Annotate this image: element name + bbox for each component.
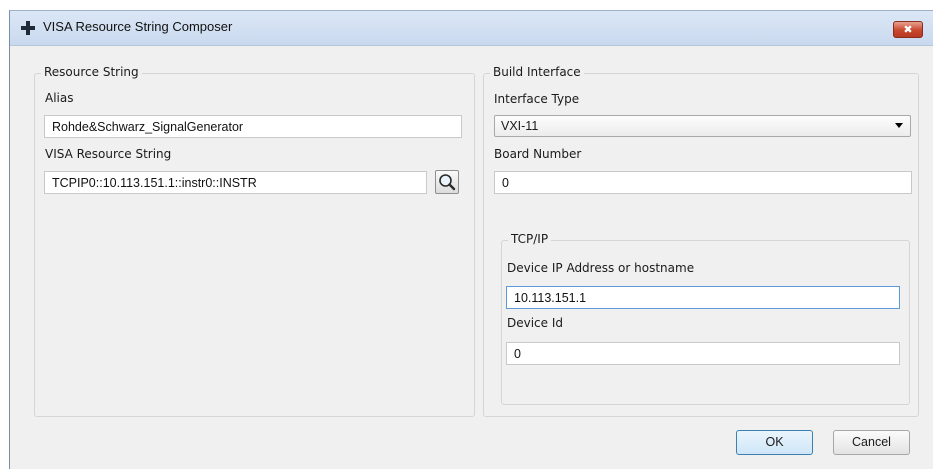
interface-type-select[interactable]: VXI-11: [494, 115, 911, 137]
device-ip-field[interactable]: 10.113.151.1: [506, 286, 900, 309]
ok-button[interactable]: OK: [736, 430, 813, 455]
device-id-field[interactable]: 0: [506, 342, 900, 365]
alias-label: Alias: [45, 91, 74, 105]
visa-resource-string-field[interactable]: TCPIP0::10.113.151.1::instr0::INSTR: [44, 171, 427, 194]
visa-resource-string-label: VISA Resource String: [45, 147, 172, 161]
interface-type-label: Interface Type: [494, 92, 580, 106]
board-number-label: Board Number: [494, 147, 582, 161]
alias-field[interactable]: Rohde&Schwarz_SignalGenerator: [44, 115, 462, 138]
device-id-label: Device Id: [507, 316, 564, 330]
tcpip-group-title: TCP/IP: [508, 232, 552, 246]
title-bar[interactable]: VISA Resource String Composer ✖: [10, 11, 933, 46]
device-ip-label: Device IP Address or hostname: [507, 261, 695, 275]
chevron-down-icon: [895, 123, 903, 128]
build-interface-group-title: Build Interface: [490, 65, 584, 79]
plus-icon: [21, 21, 35, 35]
resource-string-group-title: Resource String: [41, 65, 142, 79]
board-number-field[interactable]: 0: [494, 171, 912, 194]
window-title: VISA Resource String Composer: [43, 19, 233, 34]
magnifier-icon: [439, 174, 456, 191]
cancel-button[interactable]: Cancel: [833, 430, 910, 455]
dialog-window: VISA Resource String Composer ✖ Resource…: [9, 10, 933, 469]
browse-button[interactable]: [435, 170, 459, 194]
background-edge: [0, 10, 9, 469]
close-button[interactable]: ✖: [893, 21, 923, 38]
interface-type-value: VXI-11: [501, 119, 539, 133]
